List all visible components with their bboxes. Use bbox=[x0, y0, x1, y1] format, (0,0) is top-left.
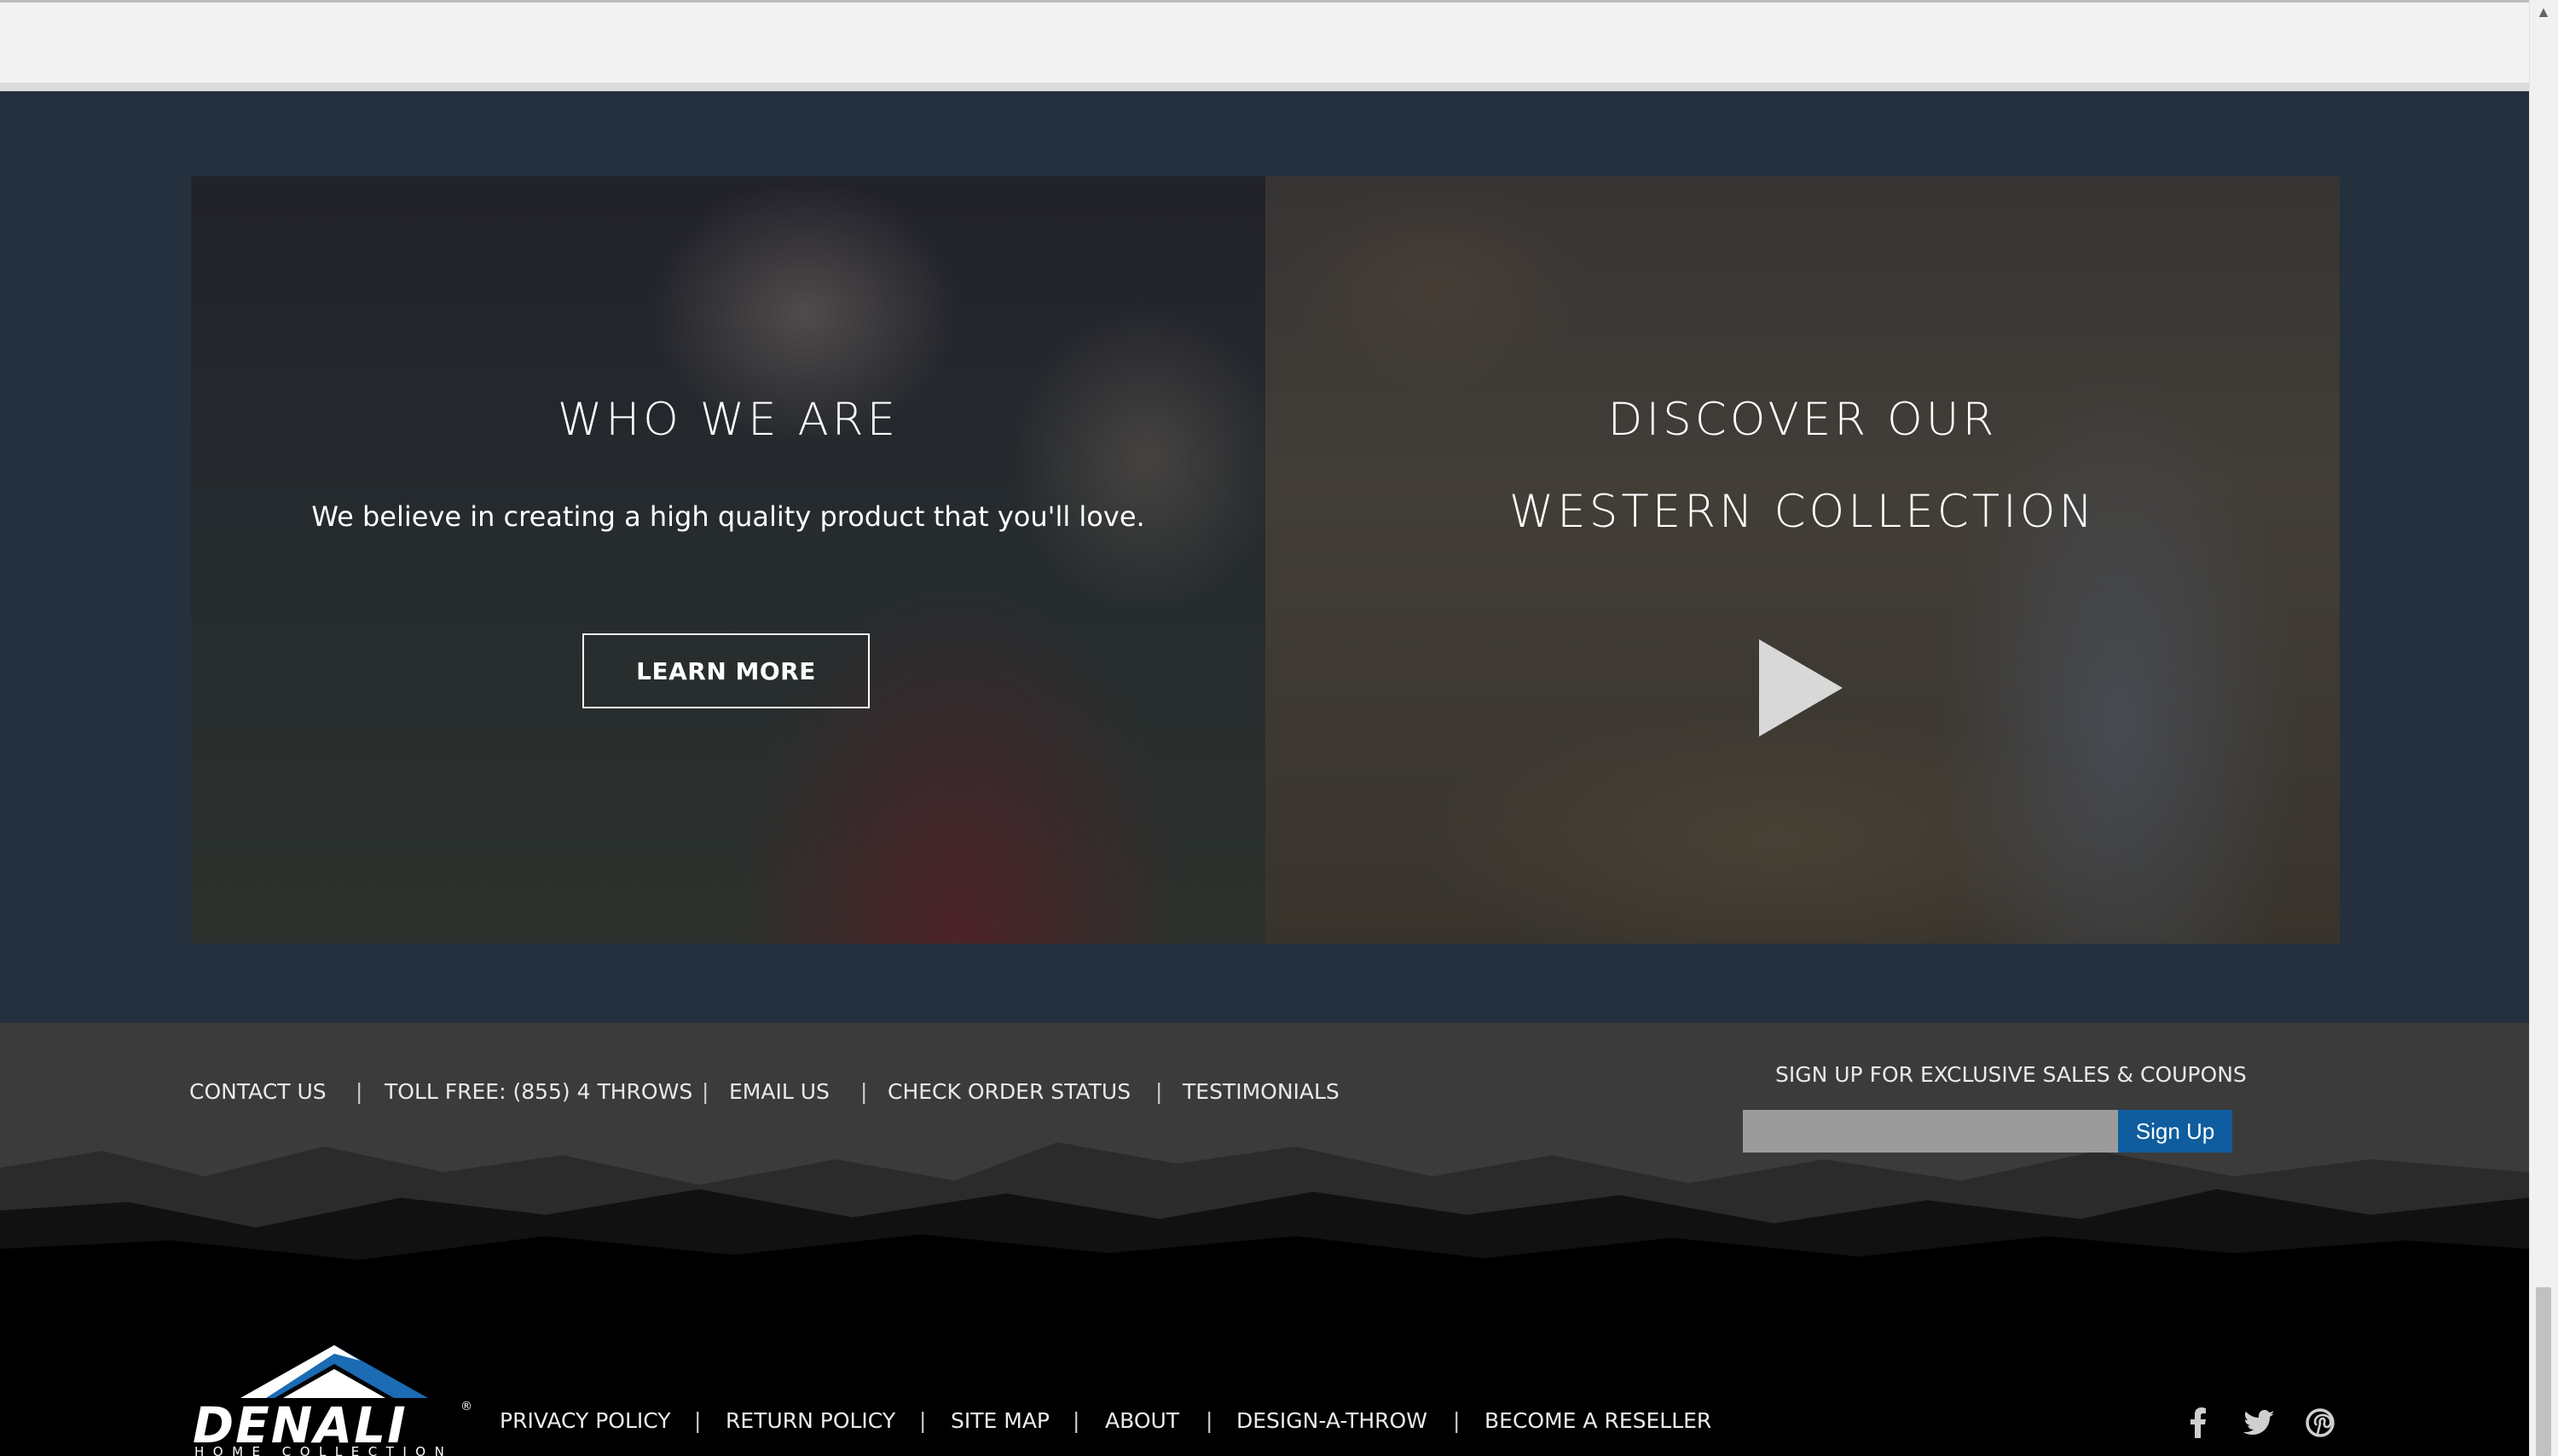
western-collection-title-line2: WESTERN COLLECTION bbox=[1508, 486, 2097, 538]
panel-overlay bbox=[1265, 176, 2340, 944]
divider bbox=[0, 83, 2529, 91]
separator: | bbox=[694, 1408, 702, 1433]
registered-mark: ® bbox=[460, 1400, 472, 1413]
site-map-link[interactable]: SITE MAP bbox=[951, 1408, 1050, 1433]
separator: | bbox=[860, 1079, 868, 1104]
who-we-are-text: We believe in creating a high quality pr… bbox=[311, 500, 1145, 533]
separator: | bbox=[1453, 1408, 1461, 1433]
scrollbar-thumb[interactable] bbox=[2536, 1287, 2551, 1456]
toll-free-link[interactable]: TOLL FREE: (855) 4 THROWS bbox=[385, 1079, 692, 1104]
design-a-throw-link[interactable]: DESIGN-A-THROW bbox=[1236, 1408, 1427, 1433]
separator: | bbox=[919, 1408, 927, 1433]
separator: | bbox=[702, 1079, 709, 1104]
pinterest-icon[interactable] bbox=[2301, 1404, 2339, 1442]
privacy-policy-link[interactable]: PRIVACY POLICY bbox=[500, 1408, 671, 1433]
play-icon[interactable] bbox=[1759, 639, 1843, 737]
contact-us-link[interactable]: CONTACT US bbox=[189, 1079, 327, 1104]
separator: | bbox=[1206, 1408, 1213, 1433]
email-signup-input[interactable] bbox=[1743, 1110, 2118, 1153]
browser-top-area bbox=[0, 0, 2529, 83]
logo-tagline: HOME COLLECTION bbox=[194, 1444, 453, 1456]
panel-overlay bbox=[191, 176, 1265, 944]
learn-more-button[interactable]: LEARN MORE bbox=[582, 633, 870, 708]
western-collection-title-line1: DISCOVER OUR bbox=[1607, 394, 1998, 446]
vertical-scrollbar[interactable] bbox=[2529, 0, 2558, 1456]
testimonials-link[interactable]: TESTIMONIALS bbox=[1183, 1079, 1340, 1104]
about-link[interactable]: ABOUT bbox=[1105, 1408, 1179, 1433]
separator: | bbox=[356, 1079, 363, 1104]
separator: | bbox=[1155, 1079, 1163, 1104]
signup-title: SIGN UP FOR EXCLUSIVE SALES & COUPONS bbox=[1775, 1062, 2247, 1087]
scroll-up-arrow-icon[interactable]: ▲ bbox=[2529, 0, 2558, 24]
separator: | bbox=[1073, 1408, 1080, 1433]
return-policy-link[interactable]: RETURN POLICY bbox=[726, 1408, 895, 1433]
sign-up-button[interactable]: Sign Up bbox=[2118, 1110, 2232, 1153]
email-us-link[interactable]: EMAIL US bbox=[729, 1079, 830, 1104]
who-we-are-title: WHO WE ARE bbox=[557, 394, 900, 446]
who-we-are-panel: WHO WE ARE We believe in creating a high… bbox=[191, 176, 1265, 944]
become-a-reseller-link[interactable]: BECOME A RESELLER bbox=[1484, 1408, 1711, 1433]
western-collection-panel: DISCOVER OUR WESTERN COLLECTION bbox=[1265, 176, 2340, 944]
check-order-status-link[interactable]: CHECK ORDER STATUS bbox=[888, 1079, 1131, 1104]
facebook-icon[interactable] bbox=[2179, 1404, 2217, 1442]
twitter-icon[interactable] bbox=[2240, 1404, 2277, 1442]
denali-logo[interactable]: DENALI ® HOME COLLECTION bbox=[189, 1345, 479, 1456]
